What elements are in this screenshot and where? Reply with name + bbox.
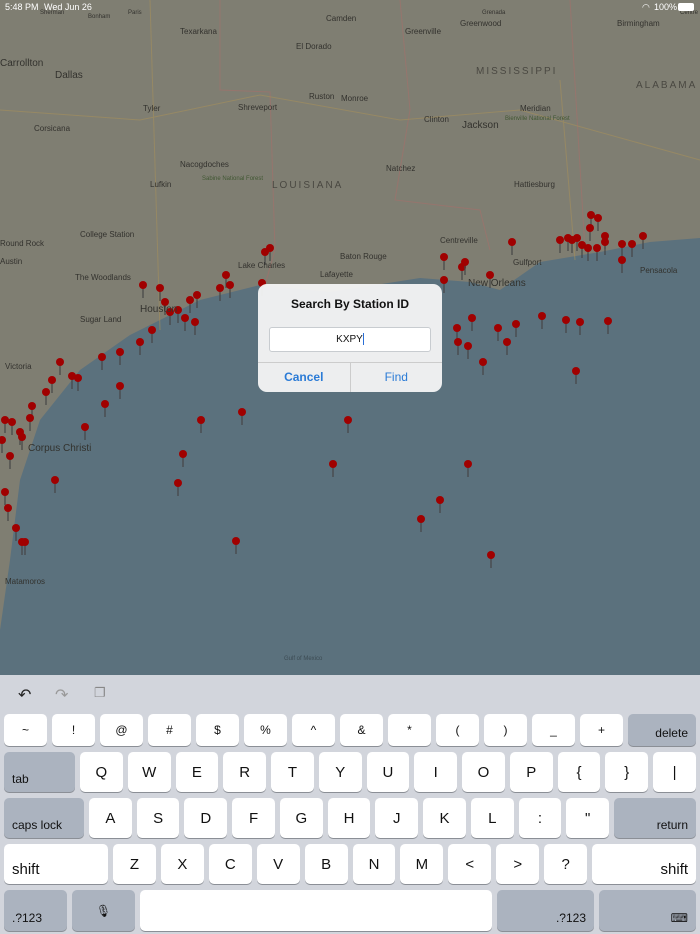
key-w[interactable]: W <box>127 752 171 792</box>
hide-keyboard-icon[interactable]: ⌨ <box>599 890 696 931</box>
battery-icon <box>678 3 694 11</box>
key-1[interactable]: X <box>160 844 204 884</box>
key-p[interactable]: P <box>509 752 553 792</box>
key-7[interactable]: < <box>448 844 492 884</box>
numbers-key-left[interactable]: .?123 <box>4 890 67 931</box>
key-o[interactable]: O <box>462 752 505 792</box>
key-8[interactable]: * <box>388 714 431 746</box>
key-2[interactable]: D <box>184 798 228 838</box>
wifi-icon: ◠ <box>642 2 650 12</box>
key-2[interactable]: @ <box>100 714 143 746</box>
key-6[interactable]: ^ <box>292 714 335 746</box>
key-1[interactable]: ! <box>52 714 95 746</box>
key-u[interactable]: U <box>366 752 410 792</box>
key-9[interactable]: ? <box>544 844 588 884</box>
key-4[interactable]: G <box>279 798 323 838</box>
key-9[interactable]: ( <box>436 714 479 746</box>
station-id-input[interactable]: KXPY <box>269 327 431 352</box>
key-11[interactable]: _ <box>532 714 575 746</box>
key-{[interactable]: { <box>557 752 601 792</box>
key-8[interactable]: > <box>496 844 540 884</box>
key-2[interactable]: C <box>208 844 252 884</box>
key-4[interactable]: $ <box>196 714 239 746</box>
key-|[interactable]: | <box>653 752 696 792</box>
key-0[interactable]: ~ <box>4 714 47 746</box>
dictation-mic-icon[interactable]: 🎙 <box>72 890 135 931</box>
key-3[interactable]: F <box>232 798 275 838</box>
key-12[interactable]: + <box>580 714 623 746</box>
caps-lock-key[interactable]: caps lock <box>4 798 84 838</box>
shift-left-key[interactable]: shift <box>4 844 108 884</box>
key-7[interactable]: K <box>423 798 466 838</box>
key-1[interactable]: S <box>136 798 180 838</box>
battery-percent: 100% <box>654 2 678 12</box>
return-key[interactable]: return <box>614 798 697 838</box>
undo-icon[interactable]: ↶ <box>18 685 31 705</box>
key-3[interactable]: # <box>148 714 191 746</box>
dialog-title: Search By Station ID <box>290 297 410 311</box>
key-9[interactable]: : <box>518 798 562 838</box>
key-0[interactable]: A <box>89 798 132 838</box>
text-cursor <box>362 333 364 346</box>
key-}[interactable]: } <box>605 752 649 792</box>
key-4[interactable]: B <box>304 844 348 884</box>
tab-key[interactable]: tab <box>4 752 75 792</box>
paste-icon[interactable]: ❐ <box>94 685 106 701</box>
key-e[interactable]: E <box>175 752 219 792</box>
status-date: Wed Jun 26 <box>44 2 92 12</box>
key-y[interactable]: Y <box>318 752 362 792</box>
key-q[interactable]: Q <box>80 752 123 792</box>
delete-key[interactable]: delete <box>628 714 696 746</box>
space-bar[interactable] <box>140 890 492 931</box>
key-t[interactable]: T <box>271 752 314 792</box>
station-id-value: KXPY <box>336 334 363 345</box>
key-6[interactable]: M <box>400 844 444 884</box>
key-7[interactable]: & <box>340 714 383 746</box>
key-5[interactable]: N <box>352 844 396 884</box>
key-0[interactable]: Z <box>113 844 156 884</box>
redo-icon[interactable]: ↷ <box>55 685 68 705</box>
cancel-button[interactable]: Cancel <box>258 363 351 392</box>
key-r[interactable]: R <box>223 752 267 792</box>
key-5[interactable]: H <box>327 798 371 838</box>
find-button[interactable]: Find <box>351 363 443 392</box>
key-10[interactable]: ) <box>484 714 527 746</box>
numbers-key-right[interactable]: .?123 <box>497 890 594 931</box>
key-3[interactable]: V <box>256 844 300 884</box>
status-time: 5:48 PM <box>5 2 39 12</box>
shift-right-key[interactable]: shift <box>592 844 697 884</box>
key-8[interactable]: L <box>470 798 514 838</box>
keyboard: ↶ ↷ ❐ ~! @ # $% ^ & *() _ + delete tab Q W E R T Y U I O P{… <box>0 675 700 934</box>
key-6[interactable]: J <box>375 798 419 838</box>
key-10[interactable]: " <box>566 798 610 838</box>
key-i[interactable]: I <box>414 752 458 792</box>
key-5[interactable]: % <box>244 714 287 746</box>
search-station-dialog: Search By Station ID KXPY Cancel Find <box>258 284 442 392</box>
